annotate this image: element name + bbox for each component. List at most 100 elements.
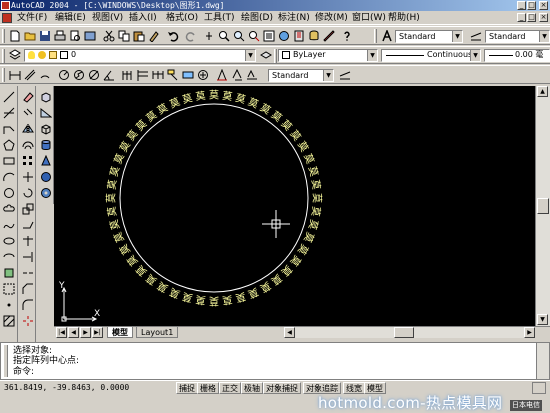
osnap-toggle[interactable]: 对象捕捉 xyxy=(263,382,301,394)
point-icon[interactable] xyxy=(2,298,16,312)
dim-style-icon[interactable] xyxy=(469,29,483,43)
extend-icon[interactable] xyxy=(21,250,35,264)
circle-icon[interactable] xyxy=(2,186,16,200)
new-file-icon[interactable] xyxy=(8,29,22,43)
angular-dimension-icon[interactable] xyxy=(102,68,116,82)
make-layer-current-icon[interactable] xyxy=(259,48,273,62)
toolbar-grip[interactable] xyxy=(2,68,5,82)
line-icon[interactable] xyxy=(2,90,16,104)
center-mark-icon[interactable] xyxy=(196,68,210,82)
chevron-down-icon[interactable]: ▼ xyxy=(323,70,333,81)
command-prompt[interactable]: 命令: xyxy=(13,367,34,377)
design-center-icon[interactable] xyxy=(277,29,291,43)
copy-object-icon[interactable] xyxy=(21,106,35,120)
scroll-down-arrow-icon[interactable]: ▼ xyxy=(537,314,548,325)
text-style-select[interactable]: Standard ▼ xyxy=(395,30,463,43)
continue-dimension-icon[interactable] xyxy=(151,68,165,82)
maximize-button[interactable]: □ xyxy=(527,1,536,10)
styles-toolbar-grip[interactable] xyxy=(374,29,377,43)
layer-manager-icon[interactable] xyxy=(8,48,22,62)
rotate-icon[interactable] xyxy=(21,186,35,200)
chamfer-icon[interactable] xyxy=(21,282,35,296)
horizontal-scroll-thumb[interactable] xyxy=(394,327,414,338)
trim-icon[interactable] xyxy=(21,234,35,248)
ortho-toggle[interactable]: 正交 xyxy=(219,382,241,394)
undo-icon[interactable] xyxy=(166,29,180,43)
dbconnect-icon[interactable] xyxy=(307,29,321,43)
scale-icon[interactable] xyxy=(21,202,35,216)
model-toggle[interactable]: 模型 xyxy=(364,382,386,394)
toolbar-grip[interactable] xyxy=(2,29,5,43)
box-solid-icon[interactable] xyxy=(39,90,53,104)
close-button[interactable]: × xyxy=(539,1,548,10)
layer-on-lightbulb-icon[interactable] xyxy=(28,51,35,59)
tab-first-icon[interactable]: |◀ xyxy=(56,327,67,338)
drawing-canvas[interactable]: 莫莫莫莫莫莫莫莫莫莫莫莫莫莫莫莫莫莫莫莫莫莫莫莫莫莫莫莫莫莫莫莫莫莫莫莫莫莫莫莫… xyxy=(54,86,535,326)
ellipse-icon[interactable] xyxy=(2,234,16,248)
pan-realtime-icon[interactable] xyxy=(202,29,216,43)
rectangle-icon[interactable] xyxy=(2,154,16,168)
arc-length-icon[interactable] xyxy=(38,68,52,82)
tab-model[interactable]: 模型 xyxy=(107,327,133,338)
fillet-icon[interactable] xyxy=(21,298,35,312)
linetype-select[interactable]: Continuous ▼ xyxy=(381,49,481,62)
drawing-svg[interactable]: 莫莫莫莫莫莫莫莫莫莫莫莫莫莫莫莫莫莫莫莫莫莫莫莫莫莫莫莫莫莫莫莫莫莫莫莫莫莫莫莫… xyxy=(54,86,535,326)
lineweight-select[interactable]: 0.00 毫 xyxy=(484,49,550,62)
dimension-update-icon[interactable] xyxy=(245,68,259,82)
tab-layout1[interactable]: Layout1 xyxy=(136,327,179,338)
wedge-icon[interactable] xyxy=(39,106,53,120)
tolerance-icon[interactable] xyxy=(181,68,195,82)
snap-toggle[interactable]: 捕捉 xyxy=(176,382,198,394)
radius-dimension-icon[interactable] xyxy=(57,68,71,82)
menu-tools[interactable]: 工具(T) xyxy=(204,12,235,24)
doc-close-button[interactable]: × xyxy=(539,13,548,22)
baseline-dimension-icon[interactable] xyxy=(136,68,150,82)
construction-line-icon[interactable] xyxy=(2,106,16,120)
document-icon[interactable] xyxy=(2,13,12,23)
sphere-icon[interactable] xyxy=(39,170,53,184)
menu-help[interactable]: 帮助(H) xyxy=(388,12,420,24)
linear-dimension-icon[interactable] xyxy=(8,68,22,82)
chevron-down-icon[interactable]: ▼ xyxy=(539,31,549,42)
menu-window[interactable]: 窗口(W) xyxy=(352,12,386,24)
otrack-toggle[interactable]: 对象追踪 xyxy=(303,382,341,394)
redo-icon[interactable] xyxy=(184,29,198,43)
diameter-dimension-icon[interactable] xyxy=(87,68,101,82)
menu-view[interactable]: 视图(V) xyxy=(92,12,123,24)
copy-icon[interactable] xyxy=(117,29,131,43)
communication-center-icon[interactable] xyxy=(532,382,546,394)
dimension-style-select[interactable]: Standard ▼ xyxy=(268,69,334,82)
plot-preview-icon[interactable] xyxy=(68,29,82,43)
menu-modify[interactable]: 修改(M) xyxy=(315,12,348,24)
polar-toggle[interactable]: 极轴 xyxy=(241,382,263,394)
array-icon[interactable] xyxy=(21,154,35,168)
properties-icon[interactable] xyxy=(262,29,276,43)
array-circle[interactable] xyxy=(119,103,309,293)
open-folder-icon[interactable] xyxy=(23,29,37,43)
dim-style-select[interactable]: Standard ▼ xyxy=(485,30,550,43)
erase-icon[interactable] xyxy=(21,90,35,104)
spline-icon[interactable] xyxy=(2,218,16,232)
scroll-right-arrow-icon[interactable]: ▶ xyxy=(524,327,535,338)
cone-icon[interactable] xyxy=(39,154,53,168)
layer-thaw-sun-icon[interactable] xyxy=(38,51,46,59)
help-icon[interactable] xyxy=(340,29,354,43)
dimension-edit-icon[interactable] xyxy=(215,68,229,82)
move-icon[interactable] xyxy=(21,170,35,184)
scroll-left-arrow-icon[interactable]: ◀ xyxy=(284,327,295,338)
layer-unlock-icon[interactable] xyxy=(49,51,57,59)
color-select[interactable]: ByLayer ▼ xyxy=(278,49,378,62)
doc-minimize-button[interactable]: _ xyxy=(517,13,526,22)
hatch-icon[interactable] xyxy=(2,314,16,328)
layer-select[interactable]: 0 ▼ xyxy=(24,49,256,62)
menu-dimension[interactable]: 标注(N) xyxy=(278,12,310,24)
quick-leader-icon[interactable] xyxy=(166,68,180,82)
break-icon[interactable] xyxy=(21,266,35,280)
text-style-icon[interactable] xyxy=(380,29,394,43)
properties-toolbar-grip[interactable] xyxy=(274,49,277,63)
command-scrollbar[interactable] xyxy=(536,343,549,379)
zoom-window-icon[interactable] xyxy=(232,29,246,43)
arc-icon[interactable] xyxy=(2,170,16,184)
match-properties-icon[interactable] xyxy=(147,29,161,43)
tool-palettes-icon[interactable] xyxy=(292,29,306,43)
